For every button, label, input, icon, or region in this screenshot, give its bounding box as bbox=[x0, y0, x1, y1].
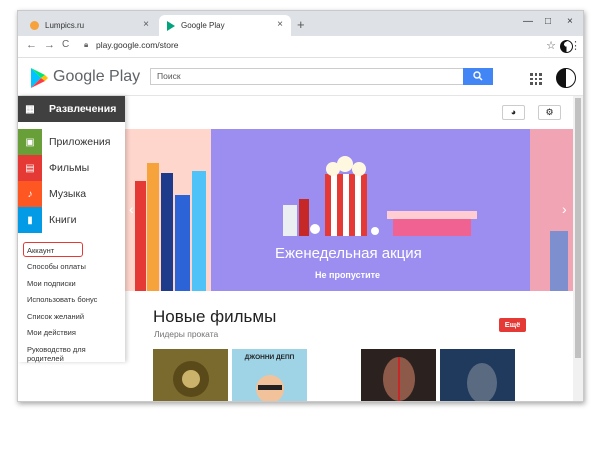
browser-window: Lumpics.ru × Google Play × + — □ × ← → C… bbox=[17, 10, 584, 402]
account-avatar[interactable] bbox=[556, 68, 576, 88]
url-field[interactable]: play.google.com/store bbox=[96, 40, 179, 50]
new-tab-button[interactable]: + bbox=[297, 17, 305, 32]
link-redeem[interactable]: Использовать бонус bbox=[27, 295, 97, 304]
tab-google-play[interactable]: Google Play × bbox=[159, 15, 291, 36]
link-my-activity[interactable]: Мои действия bbox=[27, 328, 76, 337]
tab-title: Google Play bbox=[181, 21, 225, 30]
film-icon: ▤ bbox=[18, 155, 42, 181]
promo-banner[interactable]: ‹ › Еженедельная акция Не пропустите bbox=[125, 129, 575, 291]
sidebar-item-music[interactable]: ♪ Музыка bbox=[18, 181, 125, 207]
sidebar-item-label: Развлечения bbox=[49, 103, 117, 115]
scrollbar[interactable] bbox=[573, 96, 583, 401]
close-window-button[interactable]: × bbox=[567, 16, 573, 27]
movie-poster[interactable] bbox=[153, 349, 228, 401]
section-subtitle: Лидеры проката bbox=[154, 329, 219, 339]
poster-art bbox=[173, 361, 209, 397]
sidebar-item-label: Приложения bbox=[49, 136, 111, 148]
banner-title: Еженедельная акция bbox=[275, 245, 422, 262]
sidebar-item-entertainment[interactable]: ▦ Развлечения bbox=[18, 96, 125, 122]
banner-city-art bbox=[125, 129, 211, 291]
help-button[interactable]: ◕ bbox=[502, 105, 525, 120]
link-account[interactable]: Аккаунт bbox=[27, 246, 54, 255]
forward-button[interactable]: → bbox=[44, 39, 55, 51]
tab-title: Lumpics.ru bbox=[45, 21, 85, 30]
tab-lumpics[interactable]: Lumpics.ru × bbox=[22, 15, 157, 36]
sidebar: ▦ Развлечения ▣ Приложения ▤ Фильмы ♪ Му… bbox=[18, 96, 125, 363]
close-tab-icon[interactable]: × bbox=[143, 19, 149, 30]
play-favicon-icon bbox=[167, 20, 175, 31]
maximize-button[interactable]: □ bbox=[545, 16, 551, 27]
banner-subtitle: Не пропустите bbox=[315, 270, 381, 280]
apps-grid-icon[interactable] bbox=[530, 73, 542, 85]
more-button[interactable]: Ещё bbox=[499, 318, 526, 332]
banner-next-button[interactable]: › bbox=[562, 201, 567, 217]
movie-poster[interactable]: ДЖОННИ ДЕПП bbox=[232, 349, 307, 401]
poster-label: ДЖОННИ ДЕПП bbox=[244, 354, 295, 361]
app-title[interactable]: Google Play bbox=[53, 68, 140, 86]
menu-icon[interactable]: ⋮ bbox=[570, 39, 581, 52]
poster-art bbox=[467, 363, 497, 401]
link-parent-guide-2[interactable]: родителей bbox=[27, 354, 64, 363]
link-subscriptions[interactable]: Мои подписки bbox=[27, 279, 76, 288]
movie-poster[interactable] bbox=[440, 349, 515, 401]
lock-icon[interactable]: 🔒︎ bbox=[84, 40, 88, 50]
help-icon: ◕ bbox=[510, 107, 517, 117]
main-content: ◕ ⚙ ‹ › Еженедельная акция Не пропустите… bbox=[125, 96, 575, 401]
section-title[interactable]: Новые фильмы bbox=[153, 307, 276, 327]
banner-right-art bbox=[530, 129, 575, 291]
star-icon[interactable]: ☆ bbox=[546, 39, 556, 52]
banner-prev-button[interactable]: ‹ bbox=[129, 201, 134, 217]
popcorn-illustration bbox=[283, 156, 477, 236]
sidebar-item-movies[interactable]: ▤ Фильмы bbox=[18, 155, 125, 181]
book-icon: ▮ bbox=[18, 207, 42, 233]
apps-grid-icon: ▦ bbox=[18, 96, 42, 122]
minimize-button[interactable]: — bbox=[523, 16, 533, 27]
gear-icon: ⚙ bbox=[545, 107, 554, 117]
link-payment-methods[interactable]: Способы оплаты bbox=[27, 262, 86, 271]
search-icon bbox=[473, 71, 483, 81]
close-tab-icon[interactable]: × bbox=[277, 19, 283, 30]
search-placeholder: Поиск bbox=[157, 71, 181, 81]
settings-button[interactable]: ⚙ bbox=[538, 105, 561, 120]
sidebar-item-label: Фильмы bbox=[49, 162, 90, 174]
tab-strip: Lumpics.ru × Google Play × + — □ × bbox=[18, 11, 583, 36]
search-input[interactable]: Поиск bbox=[150, 68, 493, 85]
reload-button[interactable]: C bbox=[62, 39, 69, 50]
address-toolbar: ← → C 🔒︎ play.google.com/store ☆ ⋮ bbox=[18, 36, 583, 58]
sidebar-item-books[interactable]: ▮ Книги bbox=[18, 207, 125, 233]
sidebar-item-label: Книги bbox=[49, 214, 77, 226]
back-button[interactable]: ← bbox=[26, 39, 37, 51]
sidebar-item-label: Музыка bbox=[49, 188, 87, 200]
movie-poster[interactable] bbox=[361, 349, 436, 401]
sidebar-item-apps[interactable]: ▣ Приложения bbox=[18, 129, 125, 155]
poster-art bbox=[383, 357, 415, 401]
link-wishlist[interactable]: Список желаний bbox=[27, 312, 84, 321]
lumpics-favicon-icon bbox=[30, 21, 39, 30]
play-header: Google Play Поиск bbox=[18, 58, 583, 96]
android-apps-icon: ▣ bbox=[18, 129, 42, 155]
link-parent-guide[interactable]: Руководство для bbox=[27, 345, 86, 354]
google-play-logo[interactable] bbox=[30, 67, 48, 89]
music-icon: ♪ bbox=[18, 181, 42, 207]
search-button[interactable] bbox=[463, 68, 493, 85]
scrollbar-thumb[interactable] bbox=[575, 98, 581, 358]
